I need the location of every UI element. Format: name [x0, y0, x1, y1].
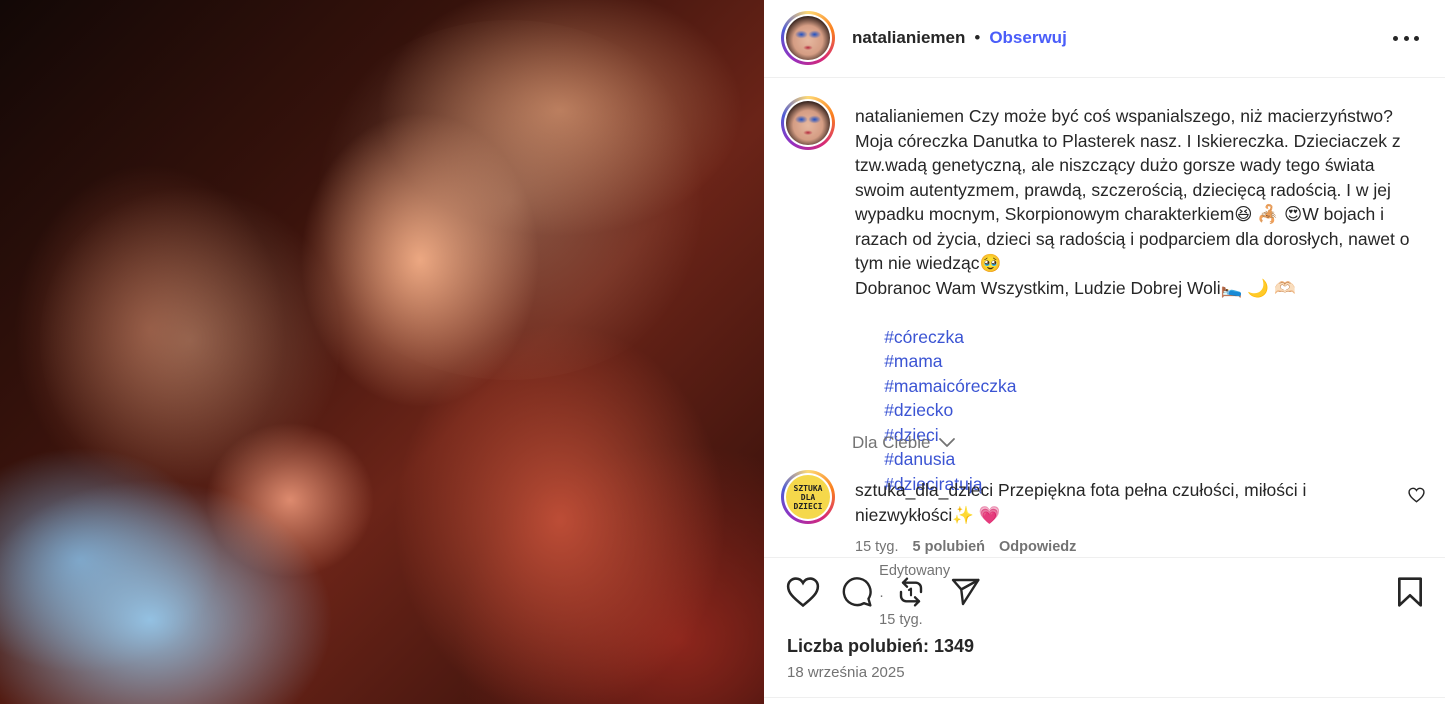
more-options-icon[interactable]: [1393, 26, 1419, 50]
comment-likes[interactable]: 5 polubień: [913, 539, 986, 555]
author-avatar[interactable]: [781, 11, 835, 65]
post-photo[interactable]: [0, 0, 764, 704]
photo-highlight: [40, 180, 340, 500]
post-date[interactable]: 18 września 2025: [787, 664, 905, 681]
send-icon: [951, 578, 980, 606]
hashtag-link[interactable]: #mamaicóreczka: [884, 376, 1016, 396]
avatar-image: [786, 101, 830, 145]
divider: [764, 697, 1445, 698]
share-button[interactable]: [949, 576, 981, 613]
likes-count[interactable]: Liczba polubień: 1349: [787, 636, 974, 657]
comment-like-button[interactable]: [1408, 487, 1425, 508]
for-you-label: Dla Ciebie: [852, 433, 931, 452]
reply-button[interactable]: Odpowiedz: [999, 539, 1076, 555]
comment-body: sztuka_dla_dzieci Przepiękna fota pełna …: [855, 478, 1395, 527]
heart-icon: [786, 577, 820, 608]
post-actions: Liczba polubień: 1349 18 września 2025: [764, 557, 1445, 704]
bookmark-icon: [1398, 577, 1422, 607]
comment-meta: 15 tyg. 5 polubień Odpowiedz: [855, 539, 1076, 555]
caption-text-2: Dobranoc Wam Wszystkim, Ludzie Dobrej Wo…: [855, 277, 1296, 298]
hashtag-link[interactable]: #dziecko: [884, 400, 953, 420]
heart-icon: [1408, 487, 1425, 503]
hashtag-link[interactable]: #mama: [884, 351, 942, 371]
hashtag-link[interactable]: #córeczka: [884, 327, 964, 347]
avatar-text: DZIECI: [793, 501, 823, 511]
avatar-image: [786, 16, 830, 60]
post-header: natalianiemen • Obserwuj: [764, 0, 1445, 78]
comment-button[interactable]: [841, 576, 873, 613]
commenter-username[interactable]: sztuka_dla_dzieci: [855, 480, 993, 500]
chevron-down-icon: [939, 438, 956, 447]
commenter-avatar[interactable]: SZTUKA DLA DZIECI: [781, 470, 835, 524]
caption-text: Czy może być coś wspanialszego, niż maci…: [855, 106, 1415, 273]
like-button[interactable]: [786, 576, 820, 613]
repost-button[interactable]: [895, 576, 927, 613]
caption-author-avatar[interactable]: [781, 96, 835, 150]
comment-age[interactable]: 15 tyg.: [855, 539, 899, 555]
comment-icon: [842, 577, 872, 607]
caption-username[interactable]: natalianiemen: [855, 106, 964, 126]
follow-button[interactable]: Obserwuj: [989, 28, 1066, 48]
header-separator: •: [974, 28, 981, 47]
author-username[interactable]: natalianiemen: [852, 28, 965, 48]
avatar-text: DLA: [800, 492, 816, 502]
commenter-avatar-image: SZTUKA DLA DZIECI: [786, 475, 830, 519]
photo-highlight: [300, 20, 720, 380]
post-details-panel: natalianiemen • Obserwuj natalianiemen C…: [764, 0, 1445, 704]
avatar-text: SZTUKA: [793, 483, 823, 493]
for-you-dropdown[interactable]: Dla Ciebie: [852, 433, 956, 453]
header-info: natalianiemen • Obserwuj: [852, 28, 1067, 48]
repost-icon: [899, 577, 923, 607]
save-button[interactable]: [1396, 576, 1424, 613]
